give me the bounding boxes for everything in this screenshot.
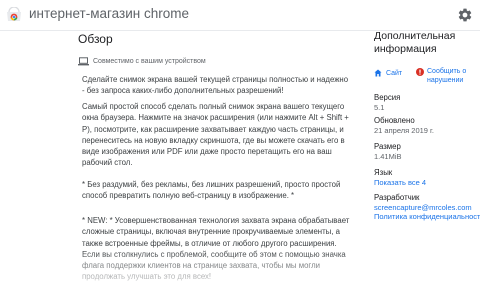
compatibility-notice: Совместимо с вашим устройством [78, 57, 206, 66]
website-link-label: Сайт [386, 69, 403, 77]
version-label: Версия [374, 93, 401, 102]
description-paragraph: * Без раздумий, без рекламы, без лишних … [82, 180, 341, 201]
gear-icon[interactable] [457, 7, 473, 23]
description-paragraph: Сделайте снимок экрана вашей текущей стр… [82, 75, 349, 96]
developer-email-link[interactable]: screencapture@mrcoles.com [374, 203, 472, 212]
overview-title: Обзор [78, 32, 113, 46]
updated-value: 21 апреля 2019 г. [374, 126, 434, 135]
alert-icon [416, 68, 424, 76]
show-all-languages-link[interactable]: Показать все 4 [374, 178, 426, 187]
website-link[interactable]: Сайт [374, 69, 402, 77]
size-value: 1.41MiB [374, 152, 402, 161]
size-label: Размер [374, 142, 401, 151]
report-abuse-link[interactable]: Сообщить о нарушении [416, 68, 476, 85]
updated-label: Обновлено [374, 116, 415, 125]
report-abuse-label: Сообщить о нарушении [427, 68, 467, 84]
language-label: Язык [374, 168, 393, 177]
description-fade [78, 250, 368, 291]
version-value: 5.1 [374, 103, 385, 112]
additional-info-title: Дополнительная информация [374, 30, 456, 55]
home-icon [374, 69, 382, 77]
chrome-web-store-logo[interactable] [6, 7, 22, 23]
privacy-policy-link[interactable]: Политика конфиденциальности [374, 212, 480, 221]
compatibility-text: Совместимо с вашим устройством [93, 58, 206, 65]
store-title[interactable]: интернет-магазин chrome [29, 6, 189, 21]
top-bar: интернет-магазин chrome [0, 0, 480, 31]
description-paragraph: Самый простой способ сделать полный сним… [82, 102, 349, 168]
laptop-icon [78, 57, 89, 66]
developer-label: Разработчик [374, 193, 420, 202]
